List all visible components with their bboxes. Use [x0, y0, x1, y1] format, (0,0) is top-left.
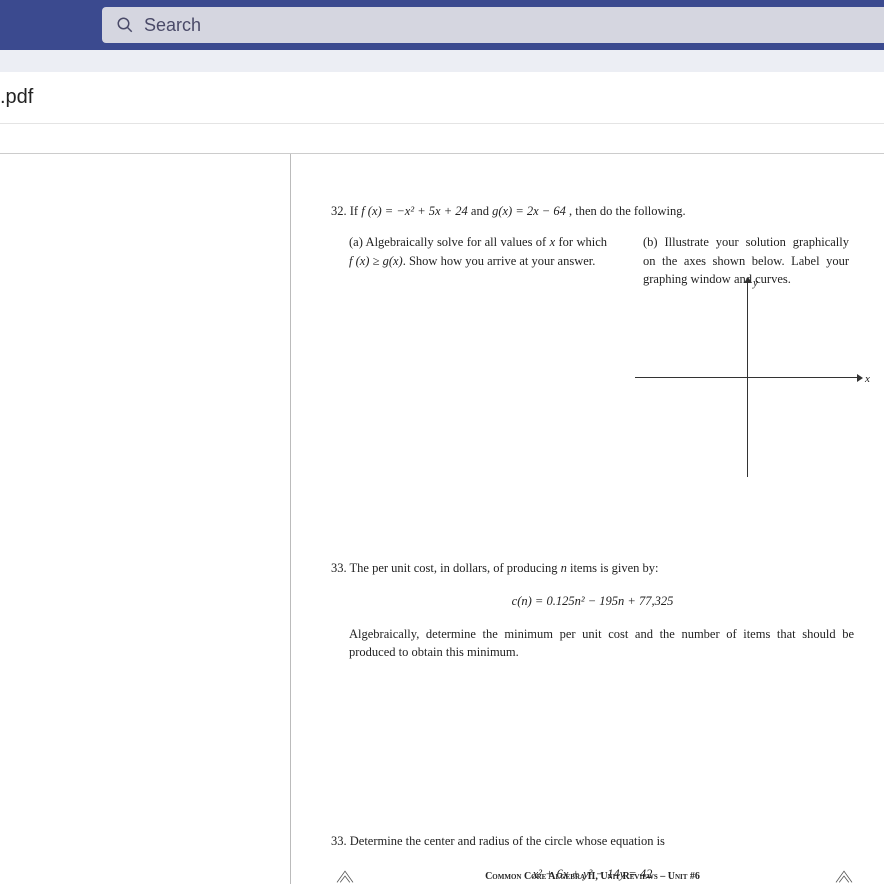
footer-text: Common Core Algebra II, Unit Reviews – U…: [485, 871, 700, 882]
filename-row: .pdf: [0, 72, 884, 124]
text: 33. The per unit cost, in dollars, of pr…: [331, 561, 561, 575]
viewer: 32. If f (x) = −x² + 5x + 24 and g(x) = …: [0, 154, 884, 884]
document-page: 32. If f (x) = −x² + 5x + 24 and g(x) = …: [291, 154, 884, 884]
text: , then do the following.: [566, 204, 686, 218]
x-label: x: [865, 371, 870, 388]
y-axis: [747, 279, 748, 477]
search-container[interactable]: [102, 7, 884, 43]
text: items is given by:: [567, 561, 659, 575]
text: . Show how you arrive at your answer.: [403, 254, 596, 268]
text: 32. If: [331, 204, 361, 218]
toolbar-strip: [0, 124, 884, 154]
problem-32: 32. If f (x) = −x² + 5x + 24 and g(x) = …: [331, 202, 854, 289]
math: f (x) ≥ g(x): [349, 254, 403, 268]
problem-33a-body: Algebraically, determine the minimum per…: [331, 625, 854, 663]
problem-33b-head: 33. Determine the center and radius of t…: [331, 832, 854, 851]
problem-32b: (b) Illustrate your solution graphically…: [643, 233, 849, 289]
arrow-up-icon: [744, 277, 752, 283]
search-icon: [116, 16, 134, 34]
page-footer: Common Core Algebra II, Unit Reviews – U…: [331, 871, 854, 882]
search-input[interactable]: [144, 15, 884, 36]
text: for which: [555, 235, 607, 249]
problem-32-head: 32. If f (x) = −x² + 5x + 24 and g(x) = …: [331, 202, 854, 221]
title-strip: [0, 50, 884, 72]
ornament-icon: [335, 868, 355, 884]
math: g(x) = 2x − 64: [492, 204, 566, 218]
sidebar: [0, 154, 291, 884]
text: (a) Algebraically solve for all values o…: [349, 235, 550, 249]
filename-label: .pdf: [0, 86, 33, 109]
arrow-right-icon: [857, 374, 863, 382]
math: f (x) = −x² + 5x + 24: [361, 204, 468, 218]
text: and: [468, 204, 492, 218]
ornament-icon: [834, 868, 854, 884]
problem-32a: (a) Algebraically solve for all values o…: [349, 233, 607, 289]
problem-33a-head: 33. The per unit cost, in dollars, of pr…: [331, 559, 854, 578]
problem-33a: 33. The per unit cost, in dollars, of pr…: [331, 559, 854, 662]
coordinate-axes: x y: [635, 279, 863, 479]
topbar-left-spacer: [0, 0, 102, 50]
top-bar: [0, 0, 884, 50]
y-label: y: [753, 275, 758, 292]
problem-33a-formula: c(n) = 0.125n² − 195n + 77,325: [331, 592, 854, 611]
